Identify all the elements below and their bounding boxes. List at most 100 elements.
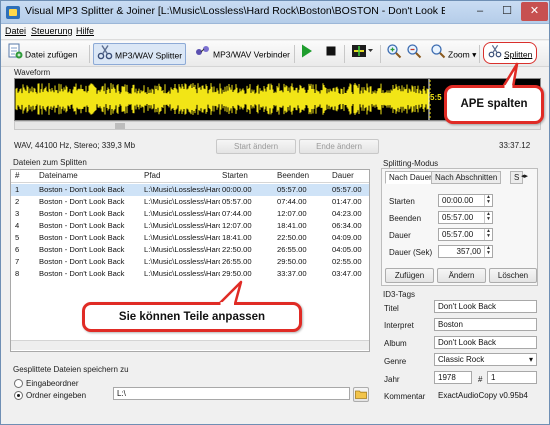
spin-arrows-icon[interactable]: ▲ ▼ <box>484 246 492 257</box>
play-icon <box>300 43 314 67</box>
album-input[interactable]: Don't Look Back <box>434 336 537 349</box>
title-input[interactable]: Don't Look Back <box>434 300 537 313</box>
row-start: 05:57.00 <box>222 197 252 206</box>
zoom-dropdown-button[interactable]: Zoom ▾ <box>430 43 476 65</box>
add-button[interactable]: Zufügen <box>385 268 434 283</box>
add-file-icon <box>7 43 23 67</box>
row-filename: Boston - Don't Look Back <box>39 269 125 278</box>
end-time-input[interactable]: 05:57.00 ▲ ▼ <box>438 211 493 224</box>
split-button[interactable]: Splitten <box>483 42 538 64</box>
tab-by-duration[interactable]: Nach Dauer <box>385 171 436 184</box>
waveform-label: Waveform <box>14 68 51 77</box>
row-duration: 04:23.00 <box>332 209 362 218</box>
table-row[interactable]: 1 Boston - Don't Look Back L:\Music\Lossle… <box>11 184 369 196</box>
close-button[interactable]: ✕ <box>521 2 548 21</box>
row-duration: 06:34.00 <box>332 221 362 230</box>
menu-datei[interactable]: Datei <box>5 26 26 36</box>
row-start: 26:55.00 <box>222 257 252 266</box>
column-header-path[interactable]: Pfad <box>144 171 160 180</box>
spin-arrows-icon[interactable]: ▲ ▼ <box>484 229 492 240</box>
zoom-out-button[interactable] <box>406 43 424 65</box>
end-change-button[interactable]: Ende ändern <box>299 139 379 154</box>
marker-button[interactable] <box>351 43 375 65</box>
comment-input[interactable]: ExactAudioCopy v0.95b4 <box>434 389 537 402</box>
stop-button[interactable] <box>325 43 339 65</box>
track-input[interactable]: 1 <box>487 371 537 384</box>
minimize-button[interactable]: – <box>467 2 493 21</box>
duration-input[interactable]: 05:57.00 ▲ ▼ <box>438 228 493 241</box>
menu-steuerung[interactable]: Steuerung <box>31 26 73 36</box>
end-time-value: 05:57.00 <box>442 213 474 222</box>
column-header-number[interactable]: # <box>15 171 19 180</box>
table-row[interactable]: 2 Boston - Don't Look Back L:\Music\Lossle… <box>11 196 369 208</box>
spin-arrows-icon[interactable]: ▲ ▼ <box>484 212 492 223</box>
start-change-button[interactable]: Start ändern <box>216 139 296 154</box>
column-header-end[interactable]: Beenden <box>277 171 309 180</box>
radio-input-folder[interactable] <box>14 379 23 388</box>
row-number: 5 <box>15 233 20 242</box>
splitting-mode-panel: Nach Dauer Nach Abschnitten S ◂▸ Starten… <box>381 168 538 286</box>
toolbar: Datei zufügen MP3/WAV Splitter MP3/WAV V… <box>1 41 549 67</box>
table-row[interactable]: 6 Boston - Don't Look Back L:\Music\Lossle… <box>11 244 369 256</box>
browse-folder-button[interactable] <box>353 387 369 402</box>
artist-field-label: Interpret <box>384 321 414 330</box>
row-filename: Boston - Don't Look Back <box>39 185 125 194</box>
scrollbar-thumb[interactable] <box>115 123 125 129</box>
menu-hilfe[interactable]: Hilfe <box>76 26 94 36</box>
row-end: 22:50.00 <box>277 233 307 242</box>
year-input[interactable]: 1978 <box>434 371 472 384</box>
joiner-mode-label: MP3/WAV Verbinder <box>213 49 291 60</box>
add-files-button[interactable]: Datei zufügen <box>7 43 77 65</box>
table-horizontal-scrollbar[interactable] <box>11 340 369 350</box>
save-destination-panel: Eingabeordner Ordner eingeben L:\ <box>10 373 370 419</box>
joiner-mode-button[interactable]: MP3/WAV Verbinder <box>195 43 290 65</box>
row-start: 18:41.00 <box>222 233 252 242</box>
chevron-down-icon: ▾ <box>528 355 533 364</box>
row-filename: Boston - Don't Look Back <box>39 209 125 218</box>
row-end: 12:07.00 <box>277 209 307 218</box>
table-row[interactable]: 7 Boston - Don't Look Back L:\Music\Lossle… <box>11 256 369 268</box>
duration-sec-value: 357,00 <box>456 247 481 256</box>
title-bar[interactable]: Visual MP3 Splitter & Joiner [L:\Music\L… <box>1 1 549 24</box>
column-header-start[interactable]: Starten <box>222 171 248 180</box>
splitter-mode-button[interactable]: MP3/WAV Splitter <box>93 43 187 65</box>
radio-custom-folder[interactable] <box>14 391 23 400</box>
folder-path-input[interactable]: L:\ <box>113 387 350 400</box>
genre-select[interactable]: Classic Rock ▾ <box>434 353 537 366</box>
zoom-in-button[interactable] <box>386 43 404 65</box>
table-row[interactable]: 3 Boston - Don't Look Back L:\Music\Lossle… <box>11 208 369 220</box>
artist-input[interactable]: Boston <box>434 318 537 331</box>
chevron-down-icon: ▾ <box>469 49 477 60</box>
row-number: 2 <box>15 197 20 206</box>
marker-icon <box>351 43 373 67</box>
table-row[interactable]: 4 Boston - Don't Look Back L:\Music\Lossle… <box>11 220 369 232</box>
start-time-input[interactable]: 00:00.00 ▲ ▼ <box>438 194 493 207</box>
column-header-duration[interactable]: Dauer <box>332 171 354 180</box>
table-row[interactable]: 5 Boston - Don't Look Back L:\Music\Lossle… <box>11 232 369 244</box>
duration-sec-input[interactable]: 357,00 ▲ ▼ <box>438 245 493 258</box>
delete-button[interactable]: Löschen <box>489 268 537 283</box>
row-path: L:\Music\Lossless\Hard Rock\Boston\ <box>144 197 220 206</box>
column-header-filename[interactable]: Dateiname <box>39 171 78 180</box>
id3-tags-label: ID3-Tags <box>383 290 416 299</box>
tab-by-sections[interactable]: Nach Abschnitten <box>431 171 502 184</box>
window-title: Visual MP3 Splitter & Joiner [L:\Music\L… <box>25 5 445 17</box>
app-window: Visual MP3 Splitter & Joiner [L:\Music\L… <box>0 0 550 425</box>
menu-bar: Datei Steuerung Hilfe <box>1 24 549 40</box>
row-end: 18:41.00 <box>277 221 307 230</box>
maximize-button[interactable]: ☐ <box>494 2 520 21</box>
play-button[interactable] <box>300 43 316 65</box>
tab-scroll-arrows[interactable]: ◂▸ <box>521 172 528 180</box>
change-button[interactable]: Ändern <box>437 268 486 283</box>
table-row[interactable]: 8 Boston - Don't Look Back L:\Music\Lossle… <box>11 268 369 280</box>
row-path: L:\Music\Lossless\Hard Rock\Boston\ <box>144 185 220 194</box>
radio-input-folder-label[interactable]: Eingabeordner <box>26 379 78 388</box>
toolbar-separator <box>89 45 90 63</box>
track-field-label: # <box>478 375 483 384</box>
row-number: 1 <box>15 185 20 194</box>
spin-arrows-icon[interactable]: ▲ ▼ <box>484 195 492 206</box>
radio-custom-folder-label[interactable]: Ordner eingeben <box>26 391 86 400</box>
row-start: 00:00.00 <box>222 185 252 194</box>
joiner-icon <box>195 43 211 67</box>
callout-ape-split: APE spalten <box>444 85 544 124</box>
